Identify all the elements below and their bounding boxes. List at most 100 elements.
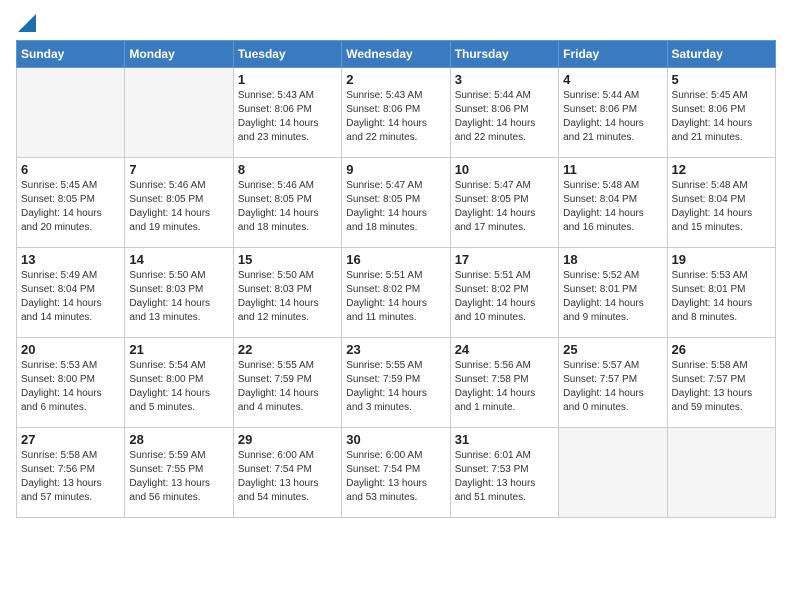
header-tuesday: Tuesday (233, 41, 341, 68)
day-info: Sunrise: 5:59 AM Sunset: 7:55 PM Dayligh… (129, 449, 228, 505)
calendar-cell: 24 Sunrise: 5:56 AM Sunset: 7:58 PM Dayli… (450, 338, 558, 428)
header-sunday: Sunday (17, 41, 125, 68)
calendar-cell: 14 Sunrise: 5:50 AM Sunset: 8:03 PM Dayli… (125, 248, 233, 338)
calendar-week-row: 13 Sunrise: 5:49 AM Sunset: 8:04 PM Dayli… (17, 248, 776, 338)
day-number: 5 (672, 72, 771, 87)
day-info: Sunrise: 5:57 AM Sunset: 7:57 PM Dayligh… (563, 359, 662, 415)
day-info: Sunrise: 5:43 AM Sunset: 8:06 PM Dayligh… (346, 89, 445, 145)
day-info: Sunrise: 5:58 AM Sunset: 7:57 PM Dayligh… (672, 359, 771, 415)
day-number: 8 (238, 162, 337, 177)
day-number: 28 (129, 432, 228, 447)
calendar-cell: 1 Sunrise: 5:43 AM Sunset: 8:06 PM Daylig… (233, 68, 341, 158)
day-number: 6 (21, 162, 120, 177)
day-number: 20 (21, 342, 120, 357)
day-info: Sunrise: 5:47 AM Sunset: 8:05 PM Dayligh… (455, 179, 554, 235)
calendar-cell: 15 Sunrise: 5:50 AM Sunset: 8:03 PM Dayli… (233, 248, 341, 338)
day-number: 14 (129, 252, 228, 267)
calendar-cell (667, 428, 775, 518)
calendar-cell: 27Sunrise: 5:58 AM Sunset: 7:56 PM Dayli… (17, 428, 125, 518)
calendar-cell: 22 Sunrise: 5:55 AM Sunset: 7:59 PM Dayli… (233, 338, 341, 428)
calendar-week-row: 1 Sunrise: 5:43 AM Sunset: 8:06 PM Daylig… (17, 68, 776, 158)
logo-icon (18, 14, 36, 32)
day-number: 16 (346, 252, 445, 267)
calendar-cell: 23 Sunrise: 5:55 AM Sunset: 7:59 PM Dayli… (342, 338, 450, 428)
day-info: Sunrise: 5:48 AM Sunset: 8:04 PM Dayligh… (672, 179, 771, 235)
calendar-cell: 3 Sunrise: 5:44 AM Sunset: 8:06 PM Daylig… (450, 68, 558, 158)
day-number: 19 (672, 252, 771, 267)
day-info: Sunrise: 5:53 AM Sunset: 8:01 PM Dayligh… (672, 269, 771, 325)
calendar-week-row: 6 Sunrise: 5:45 AM Sunset: 8:05 PM Daylig… (17, 158, 776, 248)
calendar-cell: 12 Sunrise: 5:48 AM Sunset: 8:04 PM Dayli… (667, 158, 775, 248)
day-info: Sunrise: 5:55 AM Sunset: 7:59 PM Dayligh… (346, 359, 445, 415)
calendar-cell (559, 428, 667, 518)
day-info: Sunrise: 5:49 AM Sunset: 8:04 PM Dayligh… (21, 269, 120, 325)
calendar-cell: 7 Sunrise: 5:46 AM Sunset: 8:05 PM Daylig… (125, 158, 233, 248)
calendar-cell: 10 Sunrise: 5:47 AM Sunset: 8:05 PM Dayli… (450, 158, 558, 248)
day-number: 4 (563, 72, 662, 87)
calendar-header-row: SundayMondayTuesdayWednesdayThursdayFrid… (17, 41, 776, 68)
day-number: 26 (672, 342, 771, 357)
day-info: Sunrise: 5:50 AM Sunset: 8:03 PM Dayligh… (238, 269, 337, 325)
calendar-cell: 28 Sunrise: 5:59 AM Sunset: 7:55 PM Dayli… (125, 428, 233, 518)
calendar-week-row: 20Sunrise: 5:53 AM Sunset: 8:00 PM Dayli… (17, 338, 776, 428)
calendar-cell: 4 Sunrise: 5:44 AM Sunset: 8:06 PM Daylig… (559, 68, 667, 158)
day-info: Sunrise: 5:46 AM Sunset: 8:05 PM Dayligh… (129, 179, 228, 235)
calendar-week-row: 27Sunrise: 5:58 AM Sunset: 7:56 PM Dayli… (17, 428, 776, 518)
calendar-cell: 30Sunrise: 6:00 AM Sunset: 7:54 PM Dayli… (342, 428, 450, 518)
day-info: Sunrise: 5:55 AM Sunset: 7:59 PM Dayligh… (238, 359, 337, 415)
day-info: Sunrise: 5:54 AM Sunset: 8:00 PM Dayligh… (129, 359, 228, 415)
calendar-cell: 9Sunrise: 5:47 AM Sunset: 8:05 PM Daylig… (342, 158, 450, 248)
calendar-cell: 26 Sunrise: 5:58 AM Sunset: 7:57 PM Dayli… (667, 338, 775, 428)
logo (16, 16, 36, 32)
day-number: 31 (455, 432, 554, 447)
day-info: Sunrise: 5:44 AM Sunset: 8:06 PM Dayligh… (563, 89, 662, 145)
day-number: 29 (238, 432, 337, 447)
header-monday: Monday (125, 41, 233, 68)
calendar-cell: 6 Sunrise: 5:45 AM Sunset: 8:05 PM Daylig… (17, 158, 125, 248)
day-number: 2 (346, 72, 445, 87)
day-number: 23 (346, 342, 445, 357)
header-thursday: Thursday (450, 41, 558, 68)
day-number: 22 (238, 342, 337, 357)
calendar-cell: 13 Sunrise: 5:49 AM Sunset: 8:04 PM Dayli… (17, 248, 125, 338)
day-number: 30 (346, 432, 445, 447)
day-info: Sunrise: 5:58 AM Sunset: 7:56 PM Dayligh… (21, 449, 120, 505)
day-number: 17 (455, 252, 554, 267)
day-info: Sunrise: 5:45 AM Sunset: 8:05 PM Dayligh… (21, 179, 120, 235)
header (16, 16, 776, 32)
day-info: Sunrise: 6:01 AM Sunset: 7:53 PM Dayligh… (455, 449, 554, 505)
day-info: Sunrise: 5:44 AM Sunset: 8:06 PM Dayligh… (455, 89, 554, 145)
day-info: Sunrise: 6:00 AM Sunset: 7:54 PM Dayligh… (238, 449, 337, 505)
day-number: 10 (455, 162, 554, 177)
day-number: 7 (129, 162, 228, 177)
day-number: 24 (455, 342, 554, 357)
calendar-cell: 21 Sunrise: 5:54 AM Sunset: 8:00 PM Dayli… (125, 338, 233, 428)
day-info: Sunrise: 5:51 AM Sunset: 8:02 PM Dayligh… (346, 269, 445, 325)
calendar-cell: 19 Sunrise: 5:53 AM Sunset: 8:01 PM Dayli… (667, 248, 775, 338)
calendar-cell: 31 Sunrise: 6:01 AM Sunset: 7:53 PM Dayli… (450, 428, 558, 518)
calendar-cell (17, 68, 125, 158)
day-number: 3 (455, 72, 554, 87)
header-friday: Friday (559, 41, 667, 68)
day-info: Sunrise: 5:45 AM Sunset: 8:06 PM Dayligh… (672, 89, 771, 145)
day-info: Sunrise: 5:47 AM Sunset: 8:05 PM Dayligh… (346, 179, 445, 235)
day-info: Sunrise: 5:56 AM Sunset: 7:58 PM Dayligh… (455, 359, 554, 415)
calendar-cell: 29 Sunrise: 6:00 AM Sunset: 7:54 PM Dayli… (233, 428, 341, 518)
calendar-table: SundayMondayTuesdayWednesdayThursdayFrid… (16, 40, 776, 518)
calendar-cell: 2 Sunrise: 5:43 AM Sunset: 8:06 PM Daylig… (342, 68, 450, 158)
day-info: Sunrise: 5:50 AM Sunset: 8:03 PM Dayligh… (129, 269, 228, 325)
day-number: 1 (238, 72, 337, 87)
day-number: 15 (238, 252, 337, 267)
calendar-cell: 5 Sunrise: 5:45 AM Sunset: 8:06 PM Daylig… (667, 68, 775, 158)
day-number: 21 (129, 342, 228, 357)
calendar-cell: 17 Sunrise: 5:51 AM Sunset: 8:02 PM Dayli… (450, 248, 558, 338)
day-info: Sunrise: 5:48 AM Sunset: 8:04 PM Dayligh… (563, 179, 662, 235)
day-info: Sunrise: 5:51 AM Sunset: 8:02 PM Dayligh… (455, 269, 554, 325)
day-info: Sunrise: 5:43 AM Sunset: 8:06 PM Dayligh… (238, 89, 337, 145)
calendar-cell: 11Sunrise: 5:48 AM Sunset: 8:04 PM Dayli… (559, 158, 667, 248)
header-wednesday: Wednesday (342, 41, 450, 68)
calendar-cell: 18Sunrise: 5:52 AM Sunset: 8:01 PM Dayli… (559, 248, 667, 338)
day-number: 12 (672, 162, 771, 177)
day-info: Sunrise: 5:52 AM Sunset: 8:01 PM Dayligh… (563, 269, 662, 325)
day-number: 13 (21, 252, 120, 267)
